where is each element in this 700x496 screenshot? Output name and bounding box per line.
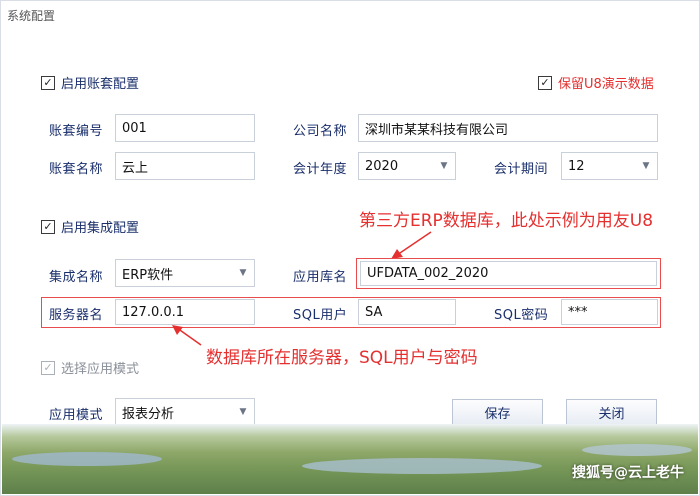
app-mode-value: 报表分析	[122, 406, 175, 422]
fiscal-period-value: 12	[568, 158, 585, 174]
close-button[interactable]: 关闭	[566, 399, 657, 425]
check-icon: ✓	[41, 360, 55, 375]
config-window: 系统配置 ✓ 启用账套配置 ✓ 保留U8演示数据 账套编号 001 公司名称 深…	[0, 0, 700, 496]
fiscal-year-label: 会计年度	[293, 162, 348, 177]
app-mode-select[interactable]: 报表分析 ▼	[115, 398, 255, 426]
account-code-field[interactable]: 001	[115, 114, 255, 142]
company-name-label: 公司名称	[293, 124, 348, 139]
enable-account-checkbox[interactable]: ✓ 启用账套配置	[41, 73, 139, 92]
water-shape	[12, 452, 162, 466]
account-name-field[interactable]: 云上	[115, 152, 255, 180]
watermark-text: 搜狐号@云上老牛	[572, 465, 684, 481]
landscape-image: 搜狐号@云上老牛	[2, 424, 698, 494]
sql-password-label: SQL密码	[494, 308, 549, 323]
water-shape	[302, 458, 542, 474]
arrow-annotation-icon	[391, 231, 432, 259]
annotation-bottom-note: 数据库所在服务器，SQL用户与密码	[206, 348, 478, 368]
save-button[interactable]: 保存	[452, 399, 543, 425]
window-title: 系统配置	[7, 9, 56, 23]
select-mode-checkbox[interactable]: ✓ 选择应用模式	[41, 358, 139, 377]
enable-integration-checkbox[interactable]: ✓ 启用集成配置	[41, 217, 139, 236]
integration-name-label: 集成名称	[49, 270, 104, 285]
db-name-field[interactable]: UFDATA_002_2020	[360, 261, 657, 286]
fiscal-period-select[interactable]: 12 ▼	[561, 152, 658, 180]
sql-user-field[interactable]: SA	[358, 299, 456, 325]
fiscal-period-label: 会计期间	[494, 162, 549, 177]
enable-integration-label: 启用集成配置	[61, 221, 140, 236]
server-name-label: 服务器名	[49, 308, 104, 323]
chevron-down-icon[interactable]: ▼	[635, 153, 657, 179]
enable-account-label: 启用账套配置	[61, 77, 140, 92]
check-icon: ✓	[41, 219, 55, 234]
sql-user-label: SQL用户	[293, 308, 348, 323]
water-shape	[582, 444, 692, 456]
check-icon: ✓	[41, 75, 55, 90]
check-icon: ✓	[538, 75, 552, 90]
account-code-label: 账套编号	[49, 124, 104, 139]
select-mode-label: 选择应用模式	[61, 362, 140, 377]
fiscal-year-select[interactable]: 2020 ▼	[358, 152, 456, 180]
keep-demo-checkbox[interactable]: ✓ 保留U8演示数据	[538, 73, 654, 92]
db-name-label: 应用库名	[293, 270, 348, 285]
integration-name-value: ERP软件	[122, 267, 174, 283]
chevron-down-icon[interactable]: ▼	[433, 153, 455, 179]
company-name-field[interactable]: 深圳市某某科技有限公司	[358, 114, 658, 142]
fiscal-year-value: 2020	[365, 158, 399, 174]
annotation-top-note: 第三方ERP数据库，此处示例为用友U8	[359, 211, 654, 231]
arrow-annotation-icon	[172, 325, 202, 346]
keep-demo-label: 保留U8演示数据	[558, 77, 654, 92]
chevron-down-icon[interactable]: ▼	[232, 260, 254, 286]
integration-name-select[interactable]: ERP软件 ▼	[115, 259, 255, 287]
sql-password-field[interactable]: ***	[561, 299, 658, 325]
server-name-field[interactable]: 127.0.0.1	[115, 299, 255, 325]
app-mode-label: 应用模式	[49, 408, 104, 423]
account-name-label: 账套名称	[49, 162, 104, 177]
chevron-down-icon[interactable]: ▼	[232, 399, 254, 425]
